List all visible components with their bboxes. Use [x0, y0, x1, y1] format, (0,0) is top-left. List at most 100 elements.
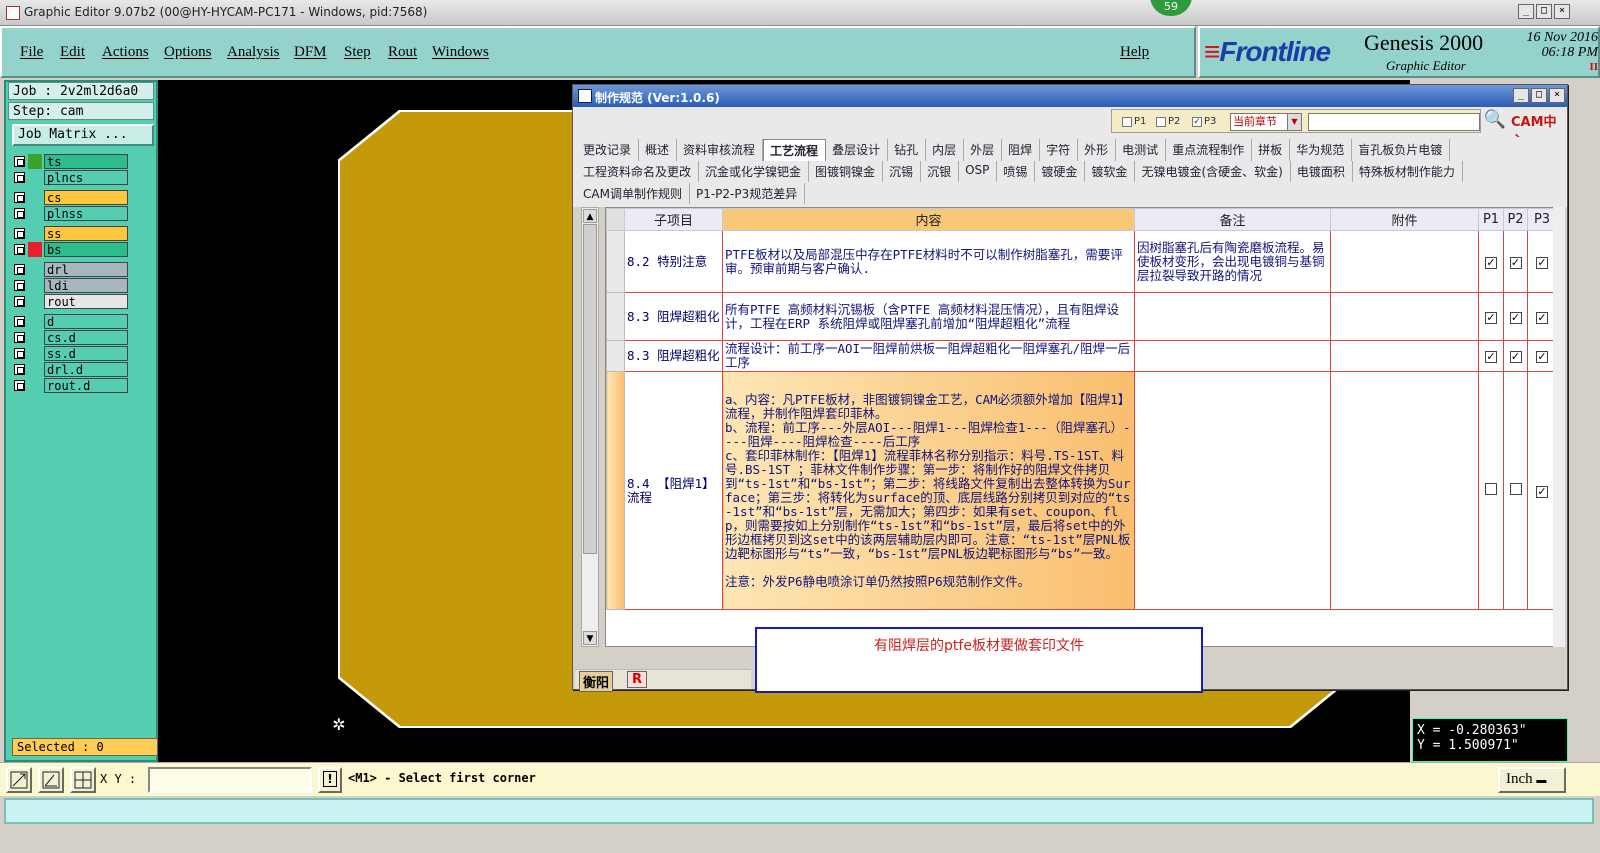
cell-item[interactable]: 8.3 阻焊超粗化 [624, 292, 723, 341]
maximize-button[interactable]: □ [1536, 4, 1552, 19]
col-p3[interactable]: P3 [1527, 208, 1554, 231]
tab-item[interactable]: 镀硬金 [1035, 161, 1086, 182]
col-p2[interactable]: P2 [1503, 208, 1528, 231]
layer-row[interactable]: bs [12, 242, 132, 257]
layer-name[interactable]: cs.d [44, 330, 128, 345]
checkbox-p2[interactable]: ✓ [1509, 311, 1522, 324]
cell-note[interactable] [1134, 371, 1331, 610]
layer-name[interactable]: d [44, 314, 128, 329]
filter-p1[interactable]: P1 [1122, 116, 1146, 127]
layer-color-swatch[interactable] [28, 226, 42, 241]
snap-mode-button[interactable] [6, 767, 32, 793]
cell-note[interactable] [1134, 340, 1331, 372]
cell-attachment[interactable] [1330, 292, 1479, 341]
layer-checkbox[interactable] [14, 156, 25, 167]
tab-item[interactable]: 图镀铜镍金 [809, 161, 884, 182]
layer-color-swatch[interactable] [28, 170, 42, 185]
minimize-button[interactable]: _ [1518, 4, 1534, 19]
col-item[interactable]: 子项目 [624, 208, 723, 231]
cell-item[interactable]: 8.3 阻焊超粗化 [624, 340, 723, 372]
layer-row[interactable]: plnss [12, 206, 132, 221]
layer-row[interactable]: ss.d [12, 346, 132, 361]
filter-p2[interactable]: P2 [1156, 116, 1180, 127]
layer-name[interactable]: plncs [44, 170, 128, 185]
menu-file[interactable]: File [20, 44, 43, 61]
measure-button[interactable] [38, 767, 64, 793]
warning-button[interactable]: ! [318, 767, 342, 793]
checkbox-p3[interactable]: ✓ [1536, 311, 1548, 324]
layer-name[interactable]: plnss [44, 206, 128, 221]
search-input[interactable] [1308, 113, 1480, 131]
col-content[interactable]: 内容 [722, 208, 1135, 231]
layer-color-swatch[interactable] [28, 330, 42, 345]
layer-checkbox[interactable] [14, 228, 25, 239]
tab-item[interactable]: P1-P2-P3规范差异 [689, 183, 806, 204]
checkbox-p1[interactable] [1485, 483, 1497, 495]
menu-step[interactable]: Step [344, 44, 371, 61]
tab-item[interactable]: 喷锡 [997, 161, 1036, 182]
checkbox-p3[interactable]: ✓ [1536, 485, 1548, 498]
tab-item[interactable]: 外形 [1078, 139, 1117, 161]
layer-color-swatch[interactable] [28, 314, 42, 329]
layer-checkbox[interactable] [14, 296, 25, 307]
checkbox-p3[interactable]: ✓ [1536, 351, 1548, 363]
cell-attachment[interactable] [1330, 371, 1479, 610]
xy-input[interactable] [148, 767, 312, 793]
layer-checkbox[interactable] [14, 380, 25, 391]
dialog-maximize-button[interactable]: □ [1531, 88, 1547, 103]
checkbox-p2[interactable] [1156, 116, 1166, 127]
tab-item[interactable]: 沉锡 [883, 161, 922, 182]
tab-item[interactable]: OSP [959, 161, 998, 182]
layer-color-swatch[interactable] [28, 206, 42, 221]
checkbox-p3[interactable]: ✓ [1192, 116, 1202, 127]
layer-color-swatch[interactable] [28, 262, 42, 277]
menu-dfm[interactable]: DFM [294, 44, 327, 61]
menu-edit[interactable]: Edit [60, 44, 85, 61]
search-icon[interactable]: 🔍 [1483, 109, 1507, 133]
col-p1[interactable]: P1 [1478, 208, 1504, 231]
layer-checkbox[interactable] [14, 316, 25, 327]
close-button[interactable]: × [1554, 4, 1570, 19]
layer-name[interactable]: rout.d [44, 378, 128, 393]
dialog-minimize-button[interactable]: _ [1513, 88, 1529, 103]
checkbox-p2[interactable]: ✓ [1509, 351, 1522, 363]
layer-row[interactable]: d [12, 314, 132, 329]
layer-color-swatch[interactable] [28, 294, 42, 309]
row-selector[interactable] [606, 292, 625, 341]
layer-row[interactable]: drl.d [12, 362, 132, 377]
cell-attachment[interactable] [1330, 340, 1479, 372]
layer-color-swatch[interactable] [28, 378, 42, 393]
layer-checkbox[interactable] [14, 264, 25, 275]
tab-item[interactable]: 镀软金 [1085, 161, 1136, 182]
layer-checkbox[interactable] [14, 192, 25, 203]
checkbox-p3[interactable]: ✓ [1536, 256, 1548, 269]
layer-checkbox[interactable] [14, 348, 25, 359]
layer-name[interactable]: cs [44, 190, 128, 205]
layer-name[interactable]: bs [44, 242, 128, 257]
layer-row[interactable]: ss [12, 226, 132, 241]
table-row[interactable]: 8.2 特别注意 PTFE板材以及局部混压中存在PTFE材料时不可以制作树脂塞孔，… [606, 230, 1554, 293]
layer-row[interactable]: rout [12, 294, 132, 309]
menu-windows[interactable]: Windows [432, 44, 489, 61]
cell-content[interactable]: 所有PTFE 高频材料沉锡板（含PTFE 高频材料混压情况），且有阻焊设计，工程… [722, 292, 1135, 341]
menu-options[interactable]: Options [164, 44, 212, 61]
tab-item[interactable]: 电测试 [1116, 139, 1167, 161]
checkbox-p2[interactable] [1509, 483, 1522, 495]
cell-item[interactable]: 8.4 【阻焊1】流程 [624, 371, 723, 610]
tab-item[interactable]: 内层 [926, 139, 965, 161]
scroll-up-icon[interactable]: ▲ [583, 209, 597, 223]
menu-help[interactable]: Help [1120, 44, 1149, 61]
tab-item[interactable]: 字符 [1040, 139, 1079, 161]
layer-color-swatch[interactable] [28, 278, 42, 293]
table-row[interactable]: 8.3 阻焊超粗化 所有PTFE 高频材料沉锡板（含PTFE 高频材料混压情况），… [606, 292, 1554, 341]
layer-row[interactable]: plncs [12, 170, 132, 185]
layer-name[interactable]: rout [44, 294, 128, 309]
col-attachment[interactable]: 附件 [1330, 208, 1479, 231]
checkbox-p1[interactable] [1122, 116, 1132, 127]
tab-item[interactable]: 拼板 [1252, 139, 1291, 161]
layer-name[interactable]: drl.d [44, 362, 128, 377]
tab-item[interactable]: CAM调单制作规则 [577, 183, 690, 204]
dialog-close-button[interactable]: × [1549, 88, 1565, 103]
tab-item[interactable]: 无镍电镀金(含硬金、软金) [1135, 161, 1291, 182]
layer-color-swatch[interactable] [28, 362, 42, 377]
